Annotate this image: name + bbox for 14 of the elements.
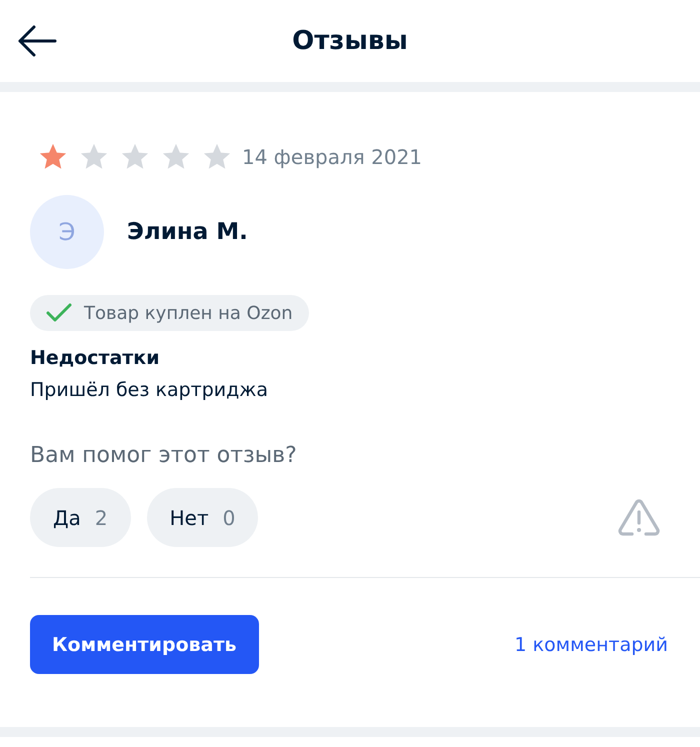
check-icon bbox=[46, 303, 72, 323]
review-text: Пришёл без картриджа bbox=[30, 379, 270, 401]
author-name: Элина М. bbox=[127, 219, 248, 245]
avatar: Э bbox=[30, 195, 104, 269]
vote-button[interactable]: Да 2 bbox=[30, 488, 131, 547]
page-title: Отзывы bbox=[291, 26, 409, 56]
helpful-question: Вам помог этот отзыв? bbox=[30, 443, 298, 468]
badge-text: Товар куплен на Ozon bbox=[84, 302, 293, 324]
review-date: 14 февраля 2021 bbox=[242, 145, 422, 169]
back-button[interactable] bbox=[17, 25, 57, 57]
section-title: Недостатки bbox=[30, 347, 161, 369]
comments-link[interactable]: 1 комментарий bbox=[514, 634, 668, 656]
vote-button[interactable]: Нет 0 bbox=[146, 488, 258, 547]
comment-button[interactable]: Комментировать bbox=[30, 615, 259, 674]
